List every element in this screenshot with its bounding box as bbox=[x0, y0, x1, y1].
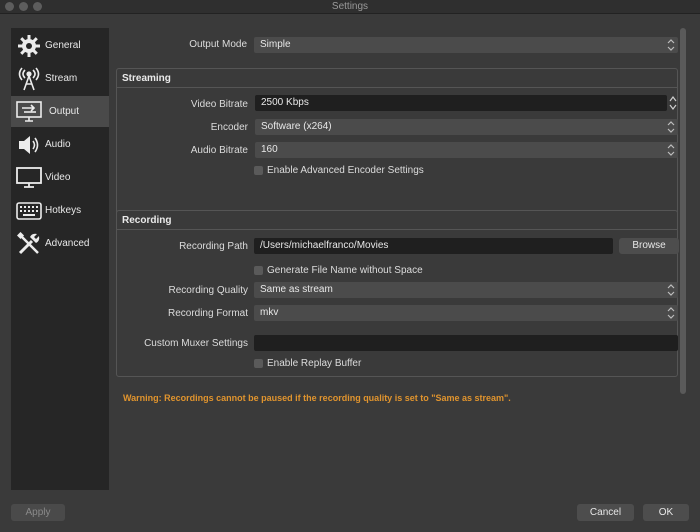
sidebar-item-label: Audio bbox=[45, 139, 71, 150]
output-mode-label: Output Mode bbox=[189, 39, 247, 50]
monitor-icon bbox=[13, 164, 45, 192]
browse-button[interactable]: Browse bbox=[619, 238, 679, 254]
chevron-updown-icon bbox=[667, 39, 675, 51]
apply-button[interactable]: Apply bbox=[11, 504, 65, 521]
monitor-output-icon bbox=[13, 98, 45, 126]
sidebar-item-label: Advanced bbox=[45, 238, 90, 249]
output-mode-value: Simple bbox=[260, 39, 291, 50]
stepper-arrows-icon bbox=[669, 96, 677, 110]
custom-muxer-input[interactable] bbox=[254, 335, 678, 351]
recording-path-label: Recording Path bbox=[179, 241, 248, 252]
chevron-updown-icon bbox=[667, 144, 675, 156]
sidebar-item-output[interactable]: Output bbox=[11, 96, 109, 127]
no-space-filename-checkbox[interactable]: Generate File Name without Space bbox=[254, 265, 423, 276]
antenna-icon bbox=[13, 65, 45, 93]
title-bar: Settings bbox=[0, 0, 700, 14]
recording-quality-select[interactable]: Same as stream bbox=[254, 282, 678, 298]
replay-buffer-checkbox[interactable]: Enable Replay Buffer bbox=[254, 358, 361, 369]
checkbox-box bbox=[254, 166, 263, 175]
ok-button[interactable]: OK bbox=[643, 504, 689, 521]
checkbox-box bbox=[254, 266, 263, 275]
recording-warning-text: Warning: Recordings cannot be paused if … bbox=[123, 393, 511, 403]
sidebar-item-advanced[interactable]: Advanced bbox=[11, 228, 109, 259]
recording-group-title: Recording bbox=[122, 215, 172, 226]
recording-group: Recording Recording Path /Users/michaelf… bbox=[116, 210, 679, 377]
speaker-icon bbox=[13, 131, 45, 159]
window-title: Settings bbox=[331, 1, 369, 12]
audio-bitrate-label: Audio Bitrate bbox=[190, 145, 248, 156]
streaming-group: Streaming Video Bitrate 2500 Kbps Encode… bbox=[116, 68, 678, 232]
custom-muxer-label: Custom Muxer Settings bbox=[144, 338, 248, 349]
sidebar-item-label: Hotkeys bbox=[45, 205, 82, 216]
sidebar-item-hotkeys[interactable]: Hotkeys bbox=[11, 195, 109, 226]
recording-format-value: mkv bbox=[260, 307, 279, 318]
sidebar-item-audio[interactable]: Audio bbox=[11, 129, 109, 160]
chevron-updown-icon bbox=[667, 307, 675, 319]
vertical-scrollbar[interactable] bbox=[680, 28, 686, 394]
sidebar-item-label: Video bbox=[45, 172, 71, 183]
group-divider bbox=[117, 229, 677, 230]
encoder-label: Encoder bbox=[210, 122, 248, 133]
replay-buffer-label: Enable Replay Buffer bbox=[267, 358, 362, 369]
video-bitrate-stepper[interactable] bbox=[668, 95, 678, 111]
sidebar-item-label: Stream bbox=[45, 73, 78, 84]
sidebar-item-general[interactable]: General bbox=[11, 30, 109, 61]
recording-quality-label: Recording Quality bbox=[168, 285, 248, 296]
sidebar-item-label: General bbox=[45, 40, 81, 51]
group-divider bbox=[117, 87, 677, 88]
video-bitrate-input[interactable]: 2500 Kbps bbox=[255, 95, 667, 111]
settings-sidebar: General Stream Output Audio Video Hotkey… bbox=[11, 28, 109, 490]
recording-path-value: /Users/michaelfranco/Movies bbox=[260, 240, 389, 251]
encoder-value: Software (x264) bbox=[261, 121, 332, 132]
chevron-updown-icon bbox=[667, 121, 675, 133]
chevron-updown-icon bbox=[667, 284, 675, 296]
output-settings-panel: Output Mode Simple Streaming Video Bitra… bbox=[115, 28, 685, 498]
recording-path-input[interactable]: /Users/michaelfranco/Movies bbox=[254, 238, 613, 254]
no-space-filename-label: Generate File Name without Space bbox=[267, 265, 423, 276]
cancel-button[interactable]: Cancel bbox=[577, 504, 634, 521]
keyboard-icon bbox=[13, 197, 45, 225]
recording-format-label: Recording Format bbox=[167, 308, 248, 319]
advanced-encoder-label: Enable Advanced Encoder Settings bbox=[267, 165, 424, 176]
audio-bitrate-value: 160 bbox=[261, 144, 278, 155]
streaming-group-title: Streaming bbox=[122, 73, 171, 84]
recording-quality-value: Same as stream bbox=[260, 284, 333, 295]
video-bitrate-value: 2500 Kbps bbox=[261, 97, 309, 108]
recording-format-select[interactable]: mkv bbox=[254, 305, 678, 321]
gear-icon bbox=[13, 32, 45, 60]
audio-bitrate-select[interactable]: 160 bbox=[255, 142, 678, 158]
encoder-select[interactable]: Software (x264) bbox=[255, 119, 678, 135]
sidebar-item-video[interactable]: Video bbox=[11, 162, 109, 193]
checkbox-box bbox=[254, 359, 263, 368]
sidebar-item-stream[interactable]: Stream bbox=[11, 63, 109, 94]
advanced-encoder-checkbox[interactable]: Enable Advanced Encoder Settings bbox=[254, 165, 424, 176]
output-mode-select[interactable]: Simple bbox=[254, 37, 678, 53]
tools-icon bbox=[13, 230, 45, 258]
sidebar-item-label: Output bbox=[49, 106, 80, 117]
video-bitrate-label: Video Bitrate bbox=[190, 99, 248, 110]
